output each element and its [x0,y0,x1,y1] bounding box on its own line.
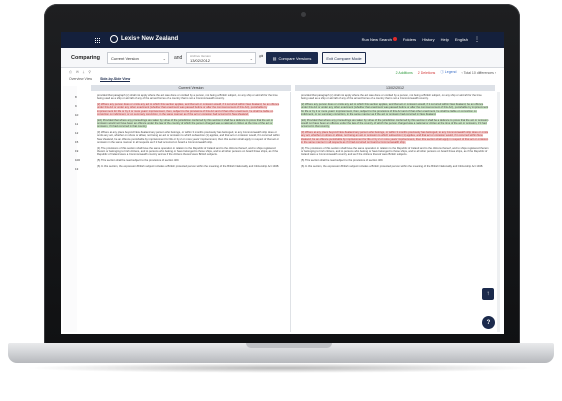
compare-title: Comparing [71,55,101,61]
doc-paragraph: (2A) Provided that where any proceedings… [97,118,274,129]
doc-paragraph: provided that paragraph (c) shall not ap… [301,94,482,101]
legend-link[interactable]: ⓘ Legend [440,70,456,75]
right-column-header: 13/02/2012 [295,85,495,91]
download-icon[interactable]: ⤓ [83,70,85,74]
doc-paragraph: (3) Where at any place beyond New Zealan… [301,131,489,145]
differences-nav[interactable]: ‹ Total 10 differences › [461,71,496,75]
left-column-header: Current Version [91,85,291,91]
search-badge-icon [392,37,397,41]
question-icon: ? [486,319,491,326]
doc-paragraph: (5) This section shall be read subject t… [301,159,384,163]
tab-overview[interactable]: Overview View [69,77,92,82]
doc-paragraph: (2A) Provided that where any proceedings… [301,118,489,129]
tick[interactable]: 11 [75,119,89,128]
brand-name: Lexis+ New Zealand [121,36,179,42]
tab-side-by-side[interactable]: Side-by-Side View [100,77,131,82]
compare-icon: ▤ [272,55,277,61]
tool-icons: ⎙ ✉ ⤓ ⚲ [69,70,91,74]
exit-compare-button[interactable]: Exit Compare Mode [322,52,366,64]
laptop-mockup: Lexis+ New Zealand Run New Search Folder… [0,0,562,401]
margin-ticks: 8 9 10 11 12 15 19 100 13 [75,92,89,173]
nav-new-search[interactable]: Run New Search [362,37,397,42]
laptop-base [8,343,554,363]
doc-paragraph: (5) This section shall be read subject t… [97,159,180,163]
tick[interactable]: 9 [75,101,89,110]
left-document: provided that paragraph (c) shall not ap… [91,92,291,332]
deletions-count: 2 Deletions [417,70,436,75]
doc-paragraph: (6) In this section, the expression Brit… [97,165,280,169]
tick[interactable]: 10 [75,110,89,119]
tick[interactable]: 12 [75,128,89,137]
doc-paragraph: (6) In this section, the expression Brit… [301,165,484,169]
swap-icon[interactable]: ⇄ [259,54,263,60]
nav-help[interactable]: Help [441,37,449,42]
additions-count: 2 Additions [395,70,413,75]
arrow-up-icon: ↑ [486,291,490,297]
doc-paragraph: (2) Where any person does or omits any a… [97,103,280,116]
chevron-down-icon: ⌄ [162,56,166,61]
print-icon[interactable]: ⎙ [69,70,72,74]
left-version-select[interactable]: Current Version ⌄ [107,52,169,64]
nav-language[interactable]: English [455,37,468,42]
tick[interactable]: 8 [75,92,89,101]
apps-grid-icon[interactable] [94,37,100,43]
doc-paragraph: (4) The provisions of this section shall… [97,146,279,157]
tick[interactable]: 19 [75,146,89,155]
right-document: provided that paragraph (c) shall not ap… [295,92,495,332]
link-icon[interactable]: ⚲ [88,70,91,74]
email-icon[interactable]: ✉ [76,70,79,74]
doc-paragraph: (3) Where at any place beyond New Zealan… [97,131,280,145]
nav-folders[interactable]: Folders [403,37,416,42]
laptop-shadow [24,363,538,373]
tick[interactable]: 15 [75,137,89,146]
tick[interactable]: 13 [75,164,89,173]
compare-versions-button[interactable]: ▤ Compare Versions [266,52,318,64]
camera-icon [301,12,306,17]
view-tabs: Overview View Side-by-Side View [69,77,131,82]
doc-paragraph: (4) The provisions of this section shall… [301,146,489,157]
help-button[interactable]: ? [482,316,495,329]
diff-legend: 2 Additions 2 Deletions ⓘ Legend ‹ Total… [396,70,496,75]
more-menu-icon[interactable]: ⋮ [474,37,480,43]
doc-paragraph: (2) Where any person does or omits any a… [301,103,489,116]
doc-paragraph: provided that paragraph (c) shall not ap… [97,94,278,101]
and-label: and [174,55,183,61]
nav-history[interactable]: History [422,37,434,42]
app-screen: Lexis+ New Zealand Run New Search Folder… [61,32,504,334]
header-nav: Run New Search Folders History Help Engl… [362,37,480,43]
scrollbar[interactable] [497,92,500,332]
toolbar: ⎙ ✉ ⤓ ⚲ 2 Additions 2 Deletions ⓘ Legend… [61,68,504,77]
app-header: Lexis+ New Zealand Run New Search Folder… [61,32,504,48]
chevron-down-icon: ⌄ [249,56,253,61]
right-version-select[interactable]: Archive Version 13/02/2012 ⌄ [186,52,256,64]
scroll-top-button[interactable]: ↑ [482,288,494,300]
compare-bar: Comparing Current Version ⌄ and Archive V… [61,48,504,68]
brand[interactable]: Lexis+ New Zealand [110,35,178,43]
lexis-logo-icon [110,35,118,43]
tick[interactable]: 100 [75,155,89,164]
laptop-notch [246,343,332,348]
